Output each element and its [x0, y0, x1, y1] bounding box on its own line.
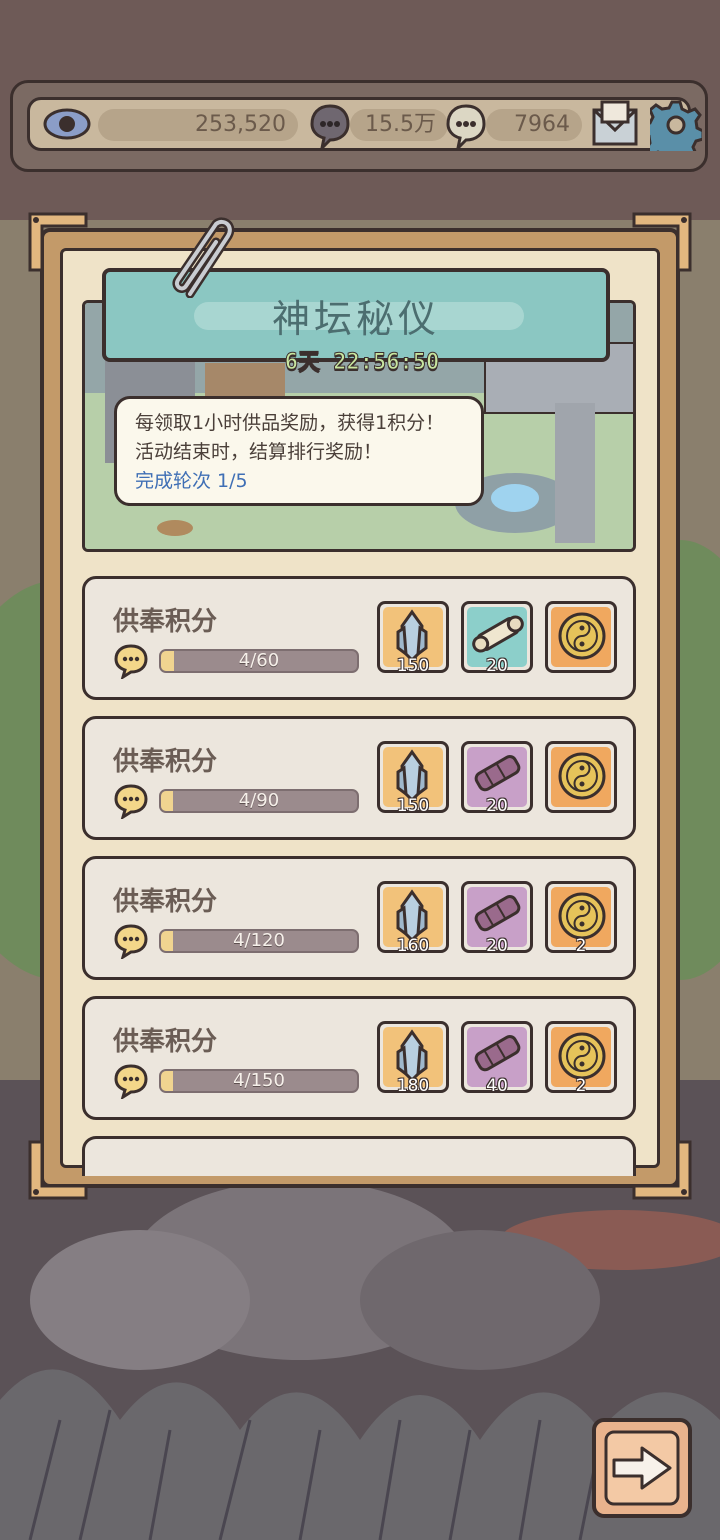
resource-tray: 253,520 15.5万 7964 — [27, 97, 705, 164]
reward-row-partial — [82, 1136, 636, 1176]
reward-item[interactable]: 20 — [461, 601, 533, 676]
arrow-right-icon — [604, 1430, 680, 1506]
yin-yang-coin-icon — [554, 748, 610, 808]
reward-item[interactable] — [545, 741, 617, 813]
paperclip-icon — [172, 217, 235, 298]
reward-item[interactable]: 180 — [377, 1021, 449, 1096]
reward-quantity: 150 — [396, 796, 430, 816]
panel-corner-bottom-left — [28, 1140, 88, 1200]
panel-corner-top-right — [632, 212, 692, 272]
row-title: 供奉积分 — [113, 887, 218, 917]
reward-row: 供奉积分 4/150 180 40 2 — [82, 996, 636, 1120]
progress-text: 4/60 — [238, 650, 280, 671]
bubble-resource-value: 15.5万 — [350, 109, 448, 141]
reward-quantity: 20 — [486, 656, 508, 676]
reward-item[interactable]: 160 — [377, 881, 449, 956]
top-resource-bar: 253,520 15.5万 7964 — [10, 80, 708, 172]
progress-text: 4/90 — [238, 790, 280, 811]
point-bubble-icon — [113, 923, 149, 963]
reward-row: 供奉积分 4/60 150 20 — [82, 576, 636, 700]
event-description-bubble: 每领取1小时供品奖励，获得1积分！ 活动结束时，结算排行奖励！ 完成轮次 1/5 — [114, 396, 484, 506]
reward-item[interactable]: 40 — [461, 1021, 533, 1096]
eye-icon — [42, 102, 92, 150]
gem-resource-value: 7964 — [486, 109, 582, 141]
reward-quantity: 180 — [396, 1076, 430, 1096]
reward-row: 供奉积分 4/120 160 20 2 — [82, 856, 636, 980]
reward-item[interactable]: 20 — [461, 881, 533, 956]
reward-quantity: 20 — [486, 796, 508, 816]
reward-quantity: 2 — [575, 1076, 587, 1096]
row-title: 供奉积分 — [113, 747, 218, 777]
progress-bar: 4/120 — [159, 929, 359, 953]
reward-item[interactable]: 150 — [377, 741, 449, 816]
gem-bubble-icon — [444, 102, 488, 154]
point-bubble-icon — [113, 643, 149, 683]
mail-icon[interactable] — [590, 100, 640, 154]
row-title: 供奉积分 — [113, 607, 218, 637]
progress-bar: 4/60 — [159, 649, 359, 673]
next-button[interactable] — [592, 1418, 692, 1518]
row-title: 供奉积分 — [113, 1027, 218, 1057]
reward-item[interactable]: 20 — [461, 741, 533, 816]
reward-item[interactable]: 2 — [545, 881, 617, 956]
progress-bar: 4/150 — [159, 1069, 359, 1093]
progress-text: 4/120 — [233, 930, 285, 951]
gear-icon[interactable] — [641, 99, 705, 164]
reward-quantity: 20 — [486, 936, 508, 956]
reward-item[interactable]: 2 — [545, 1021, 617, 1096]
reward-quantity: 160 — [396, 936, 430, 956]
progress-text: 4/150 — [233, 1070, 285, 1091]
point-bubble-icon — [113, 783, 149, 823]
description-line-1: 每领取1小时供品奖励，获得1积分！ — [135, 412, 445, 434]
description-line-2: 活动结束时，结算排行奖励！ — [135, 441, 383, 463]
yin-yang-coin-icon — [554, 608, 610, 668]
point-bubble-icon — [113, 1063, 149, 1103]
reward-item[interactable] — [545, 601, 617, 673]
reward-item[interactable]: 150 — [377, 601, 449, 676]
panel-corner-bottom-right — [632, 1140, 692, 1200]
reward-quantity: 40 — [486, 1076, 508, 1096]
speech-bubble-icon — [308, 102, 352, 154]
event-countdown: 6天 22:56:50 — [284, 350, 440, 376]
reward-quantity: 150 — [396, 656, 430, 676]
reward-quantity: 2 — [575, 936, 587, 956]
eye-resource-value: 253,520 — [98, 109, 298, 141]
progress-bar: 4/90 — [159, 789, 359, 813]
panel-corner-top-left — [28, 212, 88, 272]
rounds-completed: 完成轮次 1/5 — [135, 470, 248, 492]
reward-row: 供奉积分 4/90 150 20 — [82, 716, 636, 840]
